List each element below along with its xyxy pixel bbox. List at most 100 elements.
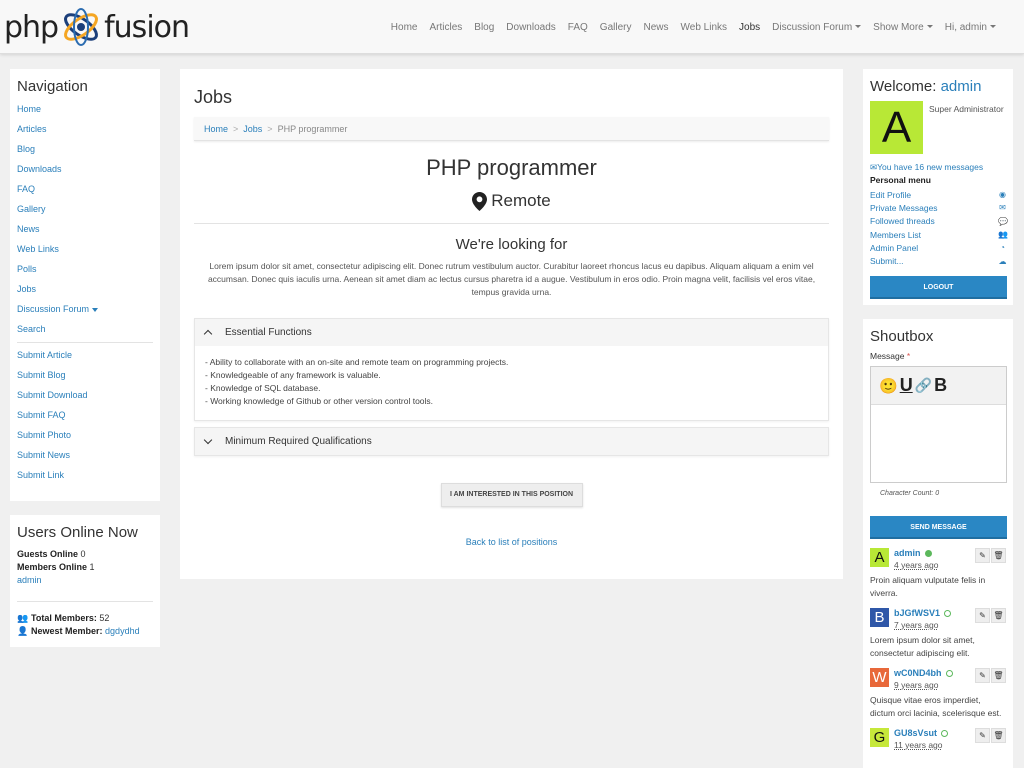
sidebar-item-submit-news[interactable]: Submit News bbox=[17, 445, 153, 465]
sidebar-item-web-links[interactable]: Web Links bbox=[17, 239, 153, 259]
nav-item-faq[interactable]: FAQ bbox=[562, 22, 594, 33]
user-circle-icon: ◉ bbox=[999, 190, 1006, 200]
shout-avatar[interactable]: G bbox=[870, 728, 889, 747]
atom-logo-icon bbox=[64, 8, 99, 46]
looking-for-heading: We're looking for bbox=[455, 236, 568, 253]
sidebar-item-blog[interactable]: Blog bbox=[17, 139, 153, 159]
menu-submit[interactable]: Submit... ☁ bbox=[870, 254, 1007, 267]
trash-icon[interactable]: 🗑 bbox=[991, 548, 1006, 563]
sidebar-item-polls[interactable]: Polls bbox=[17, 259, 153, 279]
menu-followed-threads[interactable]: Followed threads 💬 bbox=[870, 215, 1008, 228]
nav-item-news[interactable]: News bbox=[637, 22, 674, 33]
sidebar-item-submit-article[interactable]: Submit Article bbox=[17, 345, 153, 365]
sidebar-item-submit-blog[interactable]: Submit Blog bbox=[17, 365, 153, 385]
breadcrumb: Home > Jobs > PHP programmer bbox=[194, 117, 829, 141]
welcome-panel: Welcome: admin A Super Administrator ✉Yo… bbox=[863, 69, 1013, 305]
breadcrumb-jobs[interactable]: Jobs bbox=[243, 124, 262, 134]
chevron-up-icon bbox=[203, 329, 213, 339]
shout-author-link[interactable]: admin bbox=[894, 548, 921, 558]
shout-list: Aadmin 4 years ago ✎ 🗑 Proin aliquam vulputa… bbox=[870, 548, 1006, 768]
menu-private-messages[interactable]: Private Messages ✉ bbox=[870, 201, 1007, 214]
caret-down-icon bbox=[926, 25, 933, 29]
trash-icon[interactable]: 🗑 bbox=[991, 668, 1006, 683]
shout-avatar[interactable]: A bbox=[870, 548, 889, 567]
offline-status-icon bbox=[941, 730, 949, 738]
trash-icon[interactable]: 🗑 bbox=[991, 728, 1006, 743]
nav-item-web-links[interactable]: Web Links bbox=[675, 22, 734, 33]
sidebar-item-discussion-forum[interactable]: Discussion Forum bbox=[17, 299, 153, 319]
accordion-header-essential[interactable]: Essential Functions bbox=[195, 319, 828, 346]
back-to-positions-link[interactable]: Back to list of positions bbox=[466, 537, 558, 547]
logo-text-fusion: fusion bbox=[104, 9, 190, 45]
online-member-link[interactable]: admin bbox=[17, 575, 42, 585]
sidebar-item-submit-download[interactable]: Submit Download bbox=[17, 385, 153, 405]
nav-item-articles[interactable]: Articles bbox=[423, 22, 468, 33]
comments-icon: 💬 bbox=[998, 216, 1008, 226]
edit-icon[interactable]: ✎ bbox=[975, 668, 990, 683]
shout-author-link[interactable]: bJGfWSV1 bbox=[894, 608, 940, 618]
personal-menu: Personal menu Edit Profile ◉ Private Messa… bbox=[870, 175, 1008, 268]
user-role: Super Administrator bbox=[929, 104, 1004, 114]
sidebar-item-articles[interactable]: Articles bbox=[17, 119, 153, 139]
shout-time: 9 years ago bbox=[894, 680, 939, 690]
accordion-header-qualifications[interactable]: Minimum Required Qualifications bbox=[195, 428, 828, 455]
avatar[interactable]: A bbox=[870, 101, 923, 154]
trash-icon[interactable]: 🗑 bbox=[991, 608, 1006, 623]
sidebar-item-faq[interactable]: FAQ bbox=[17, 179, 153, 199]
smiley-icon[interactable]: 🙂 bbox=[879, 377, 898, 395]
nav-item-jobs[interactable]: Jobs bbox=[733, 22, 766, 33]
sidebar-item-search[interactable]: Search bbox=[17, 319, 153, 339]
shout-author-link[interactable]: wC0ND4bh bbox=[894, 668, 942, 678]
send-message-button[interactable]: SEND MESSAGE bbox=[870, 516, 1007, 539]
sidebar-item-gallery[interactable]: Gallery bbox=[17, 199, 153, 219]
sidebar-item-home[interactable]: Home bbox=[17, 99, 153, 119]
menu-members-list[interactable]: Members List 👥 bbox=[870, 228, 1008, 241]
sidebar-item-downloads[interactable]: Downloads bbox=[17, 159, 153, 179]
bold-icon[interactable]: B bbox=[934, 375, 947, 396]
new-messages[interactable]: ✉You have 16 new messages bbox=[870, 162, 983, 173]
menu-admin-panel[interactable]: Admin Panel ◔ bbox=[870, 241, 1007, 254]
job-description: Lorem ipsum dolor sit amet, consectetur … bbox=[207, 261, 816, 297]
breadcrumb-home[interactable]: Home bbox=[204, 124, 228, 134]
nav-item-home[interactable]: Home bbox=[385, 22, 424, 33]
welcome-title: Welcome: admin bbox=[870, 78, 982, 95]
message-input[interactable] bbox=[871, 405, 1006, 482]
shout-time: 11 years ago bbox=[894, 740, 943, 750]
sidebar-item-submit-faq[interactable]: Submit FAQ bbox=[17, 405, 153, 425]
nav-item-blog[interactable]: Blog bbox=[468, 22, 500, 33]
newest-member-link[interactable]: dgdydhd bbox=[105, 626, 140, 636]
logout-button[interactable]: LOGOUT bbox=[870, 276, 1007, 299]
accordion-qualifications: Minimum Required Qualifications bbox=[194, 427, 829, 456]
user-icon: 👤 bbox=[17, 626, 29, 636]
sidebar-item-news[interactable]: News bbox=[17, 219, 153, 239]
offline-status-icon bbox=[945, 670, 953, 678]
edit-icon[interactable]: ✎ bbox=[975, 728, 990, 743]
shout-text: Quisque vitae eros imperdiet, dictum orc… bbox=[870, 695, 1002, 718]
caret-down-icon bbox=[92, 307, 99, 312]
location-text: Remote bbox=[491, 191, 551, 210]
nav-item-downloads[interactable]: Downloads bbox=[500, 22, 561, 33]
nav-item-show-more[interactable]: Show More bbox=[867, 22, 939, 33]
users-icon: 👥 bbox=[998, 230, 1008, 240]
link-icon[interactable]: 🔗 bbox=[915, 377, 932, 394]
sidebar-item-jobs[interactable]: Jobs bbox=[17, 279, 153, 299]
page-title: Jobs bbox=[194, 87, 233, 107]
menu-edit-profile[interactable]: Edit Profile ◉ bbox=[870, 188, 1007, 201]
nav-item-discussion-forum[interactable]: Discussion Forum bbox=[766, 22, 867, 33]
underline-icon[interactable]: U bbox=[900, 375, 913, 396]
nav-item-hi-admin[interactable]: Hi, admin bbox=[939, 22, 1002, 33]
navigation-panel: Navigation Home Articles Blog Downloads FAQ G… bbox=[10, 69, 160, 501]
edit-icon[interactable]: ✎ bbox=[975, 548, 990, 563]
welcome-username-link[interactable]: admin bbox=[941, 78, 982, 95]
shout-avatar[interactable]: B bbox=[870, 608, 889, 627]
sidebar-item-submit-link[interactable]: Submit Link bbox=[17, 465, 153, 485]
sidebar-item-submit-photo[interactable]: Submit Photo bbox=[17, 425, 153, 445]
edit-icon[interactable]: ✎ bbox=[975, 608, 990, 623]
site-logo[interactable]: php fusion bbox=[4, 4, 190, 50]
shout-author-link[interactable]: GU8sVsut bbox=[894, 728, 937, 738]
shout-avatar[interactable]: W bbox=[870, 668, 889, 687]
offline-status-icon bbox=[944, 610, 952, 618]
editor-toolbar: 🙂 U 🔗 B bbox=[871, 367, 1006, 405]
interested-button[interactable]: I AM INTERESTED IN THIS POSITION bbox=[440, 483, 583, 507]
nav-item-gallery[interactable]: Gallery bbox=[594, 22, 638, 33]
